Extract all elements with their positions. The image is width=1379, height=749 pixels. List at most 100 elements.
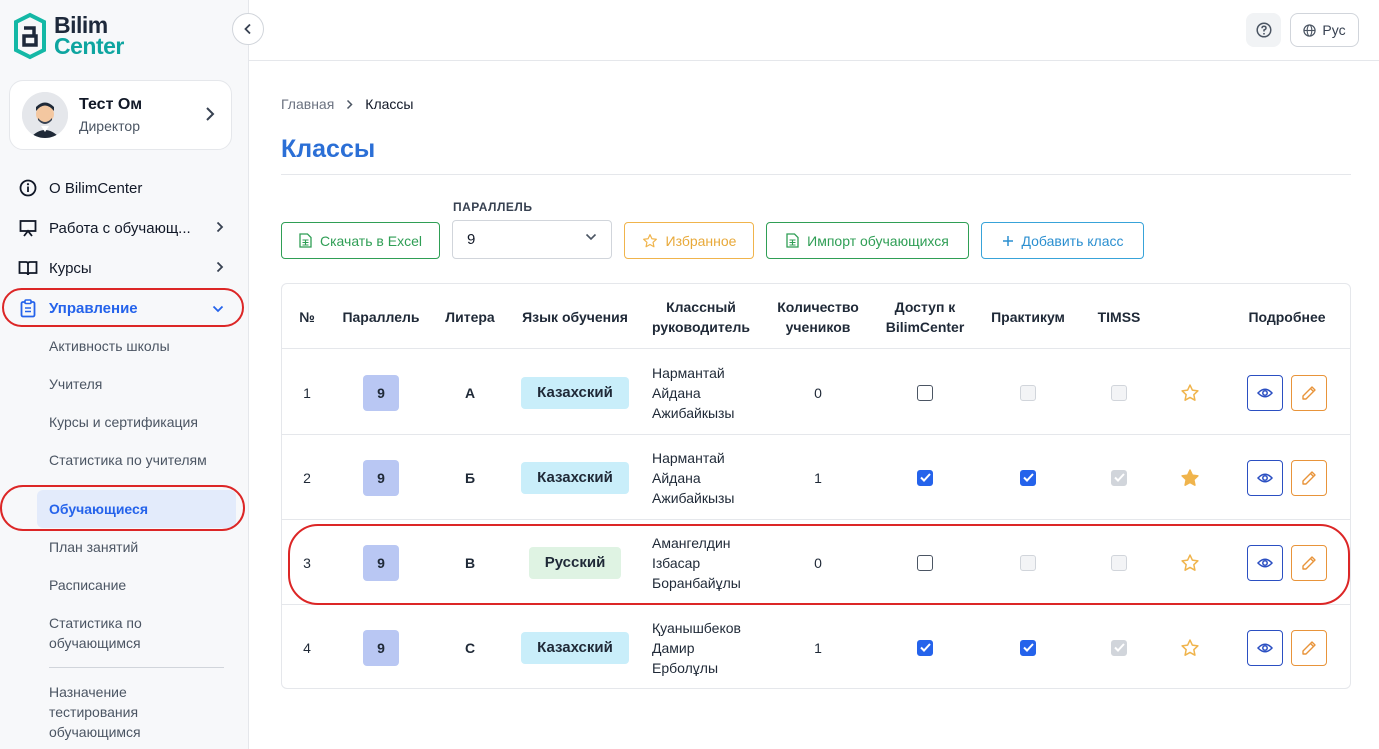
header-student-count: Количество учеников: [777, 298, 859, 335]
star-icon[interactable]: [1180, 383, 1200, 403]
subnav-divider: [49, 667, 224, 668]
cell-student-count: 1: [814, 639, 822, 656]
edit-button[interactable]: [1291, 629, 1327, 666]
avatar-icon: [22, 92, 68, 138]
chevron-right-icon: [216, 220, 224, 237]
avatar: [22, 92, 68, 138]
table-row: 4 9 С Казахский Қуанышбеков Дамир Ерболұлы 1: [282, 605, 1350, 688]
access-checkbox[interactable]: [917, 384, 933, 401]
profile-role: Директор: [79, 118, 140, 134]
subnav-item-lesson-plan[interactable]: План занятий: [49, 537, 229, 557]
header-letter: Литера: [445, 308, 495, 325]
access-checkbox[interactable]: [917, 469, 933, 486]
subnav-item-students[interactable]: Обучающиеся: [49, 499, 229, 519]
user-profile-card[interactable]: Тест Ом Директор: [9, 80, 232, 150]
favorites-button[interactable]: Избранное: [624, 222, 754, 259]
access-checkbox[interactable]: [917, 554, 933, 571]
cell-actions: [1222, 350, 1350, 435]
add-class-button[interactable]: Добавить класс: [981, 222, 1144, 259]
nav-item-management[interactable]: Управление: [18, 298, 228, 318]
view-button[interactable]: [1247, 629, 1283, 666]
edit-button[interactable]: [1291, 459, 1327, 496]
cell-letter: Б: [464, 469, 476, 486]
cell-number: 4: [303, 639, 311, 656]
cell-student-count: 0: [814, 384, 822, 401]
cell-timss: [1080, 350, 1158, 435]
import-students-button[interactable]: Импорт обучающихся: [766, 222, 969, 259]
chevron-down-icon: [585, 233, 597, 241]
nav-item-work-students[interactable]: Работа с обучающ...: [18, 218, 228, 238]
nav-item-courses[interactable]: Курсы: [18, 258, 228, 278]
breadcrumb: Главная Классы: [281, 96, 413, 112]
cell-student-count: 0: [814, 554, 822, 571]
parallel-badge: 9: [363, 374, 399, 411]
nav-item-about[interactable]: О BilimCenter: [18, 178, 228, 198]
cell-teacher: Нармантай Айдана Ажибайкызы: [652, 435, 772, 520]
parallel-badge: 9: [363, 459, 399, 496]
cell-access: [874, 350, 976, 435]
profile-name: Тест Ом: [79, 96, 143, 113]
cell-practicum: [976, 520, 1080, 605]
cell-access: [874, 435, 976, 520]
access-checkbox[interactable]: [917, 639, 933, 656]
timss-checkbox: [1111, 469, 1127, 486]
nav-item-label: Работа с обучающ...: [49, 219, 191, 237]
eye-icon: [1257, 473, 1273, 482]
cell-language: Русский: [510, 520, 640, 605]
subnav-item-student-stats[interactable]: Статистика по обучающимся: [49, 613, 199, 653]
timss-checkbox: [1111, 639, 1127, 656]
help-button[interactable]: [1246, 13, 1281, 47]
page-title: Классы: [281, 135, 376, 163]
view-button[interactable]: [1247, 374, 1283, 411]
title-divider: [281, 174, 1351, 175]
practicum-checkbox[interactable]: [1020, 639, 1036, 656]
star-icon[interactable]: [1180, 553, 1200, 573]
practicum-checkbox[interactable]: [1020, 469, 1036, 486]
eye-icon: [1257, 643, 1273, 652]
cell-favorite: [1158, 435, 1222, 520]
subnav-item-schedule[interactable]: Расписание: [49, 575, 229, 595]
subnav-item-assign-testing[interactable]: Назначение тестирования обучающимся: [49, 682, 199, 742]
teacher-line: Дамир: [652, 639, 695, 656]
logo-icon: [14, 12, 46, 60]
topbar: Рус: [249, 0, 1379, 61]
breadcrumb-home[interactable]: Главная: [281, 96, 334, 112]
view-button[interactable]: [1247, 544, 1283, 581]
clipboard-icon: [18, 298, 38, 318]
timss-checkbox: [1111, 384, 1127, 401]
subnav-item-courses-certification[interactable]: Курсы и сертификация: [49, 412, 229, 432]
file-spreadsheet-icon: [299, 233, 312, 248]
cell-favorite: [1158, 520, 1222, 605]
language-button[interactable]: Рус: [1290, 13, 1359, 47]
cell-favorite: [1158, 350, 1222, 435]
teacher-line: Амангелдин: [652, 534, 731, 551]
nav-item-label: Курсы: [49, 259, 92, 277]
parallel-select[interactable]: 9: [452, 220, 612, 259]
cell-actions: [1222, 605, 1350, 688]
view-button[interactable]: [1247, 459, 1283, 496]
edit-button[interactable]: [1291, 374, 1327, 411]
practicum-checkbox[interactable]: [1020, 554, 1036, 571]
pencil-icon: [1302, 385, 1316, 400]
chevron-right-icon: [205, 106, 215, 127]
subnav-item-teachers[interactable]: Учителя: [49, 374, 229, 394]
cell-practicum: [976, 605, 1080, 688]
brand-logo[interactable]: Bilim Center: [12, 12, 124, 60]
cell-letter: В: [464, 554, 476, 571]
chevron-left-icon: [244, 23, 251, 35]
header-language: Язык обучения: [522, 308, 628, 325]
edit-button[interactable]: [1291, 544, 1327, 581]
download-excel-button[interactable]: Скачать в Excel: [281, 222, 440, 259]
subnav-item-teacher-stats[interactable]: Статистика по учителям: [49, 450, 229, 470]
star-icon[interactable]: [1180, 468, 1200, 488]
practicum-checkbox[interactable]: [1020, 384, 1036, 401]
table-row: 2 9 Б Казахский Нармантай Айдана Ажибайкызы 1: [282, 435, 1350, 520]
plus-icon: [1002, 235, 1013, 246]
cell-practicum: [976, 350, 1080, 435]
book-open-icon: [18, 258, 38, 278]
collapse-sidebar-button[interactable]: [232, 13, 264, 45]
star-icon[interactable]: [1180, 638, 1200, 658]
subnav-item-school-activity[interactable]: Активность школы: [49, 336, 229, 356]
cell-language: Казахский: [510, 435, 640, 520]
parallel-badge: 9: [363, 629, 399, 666]
